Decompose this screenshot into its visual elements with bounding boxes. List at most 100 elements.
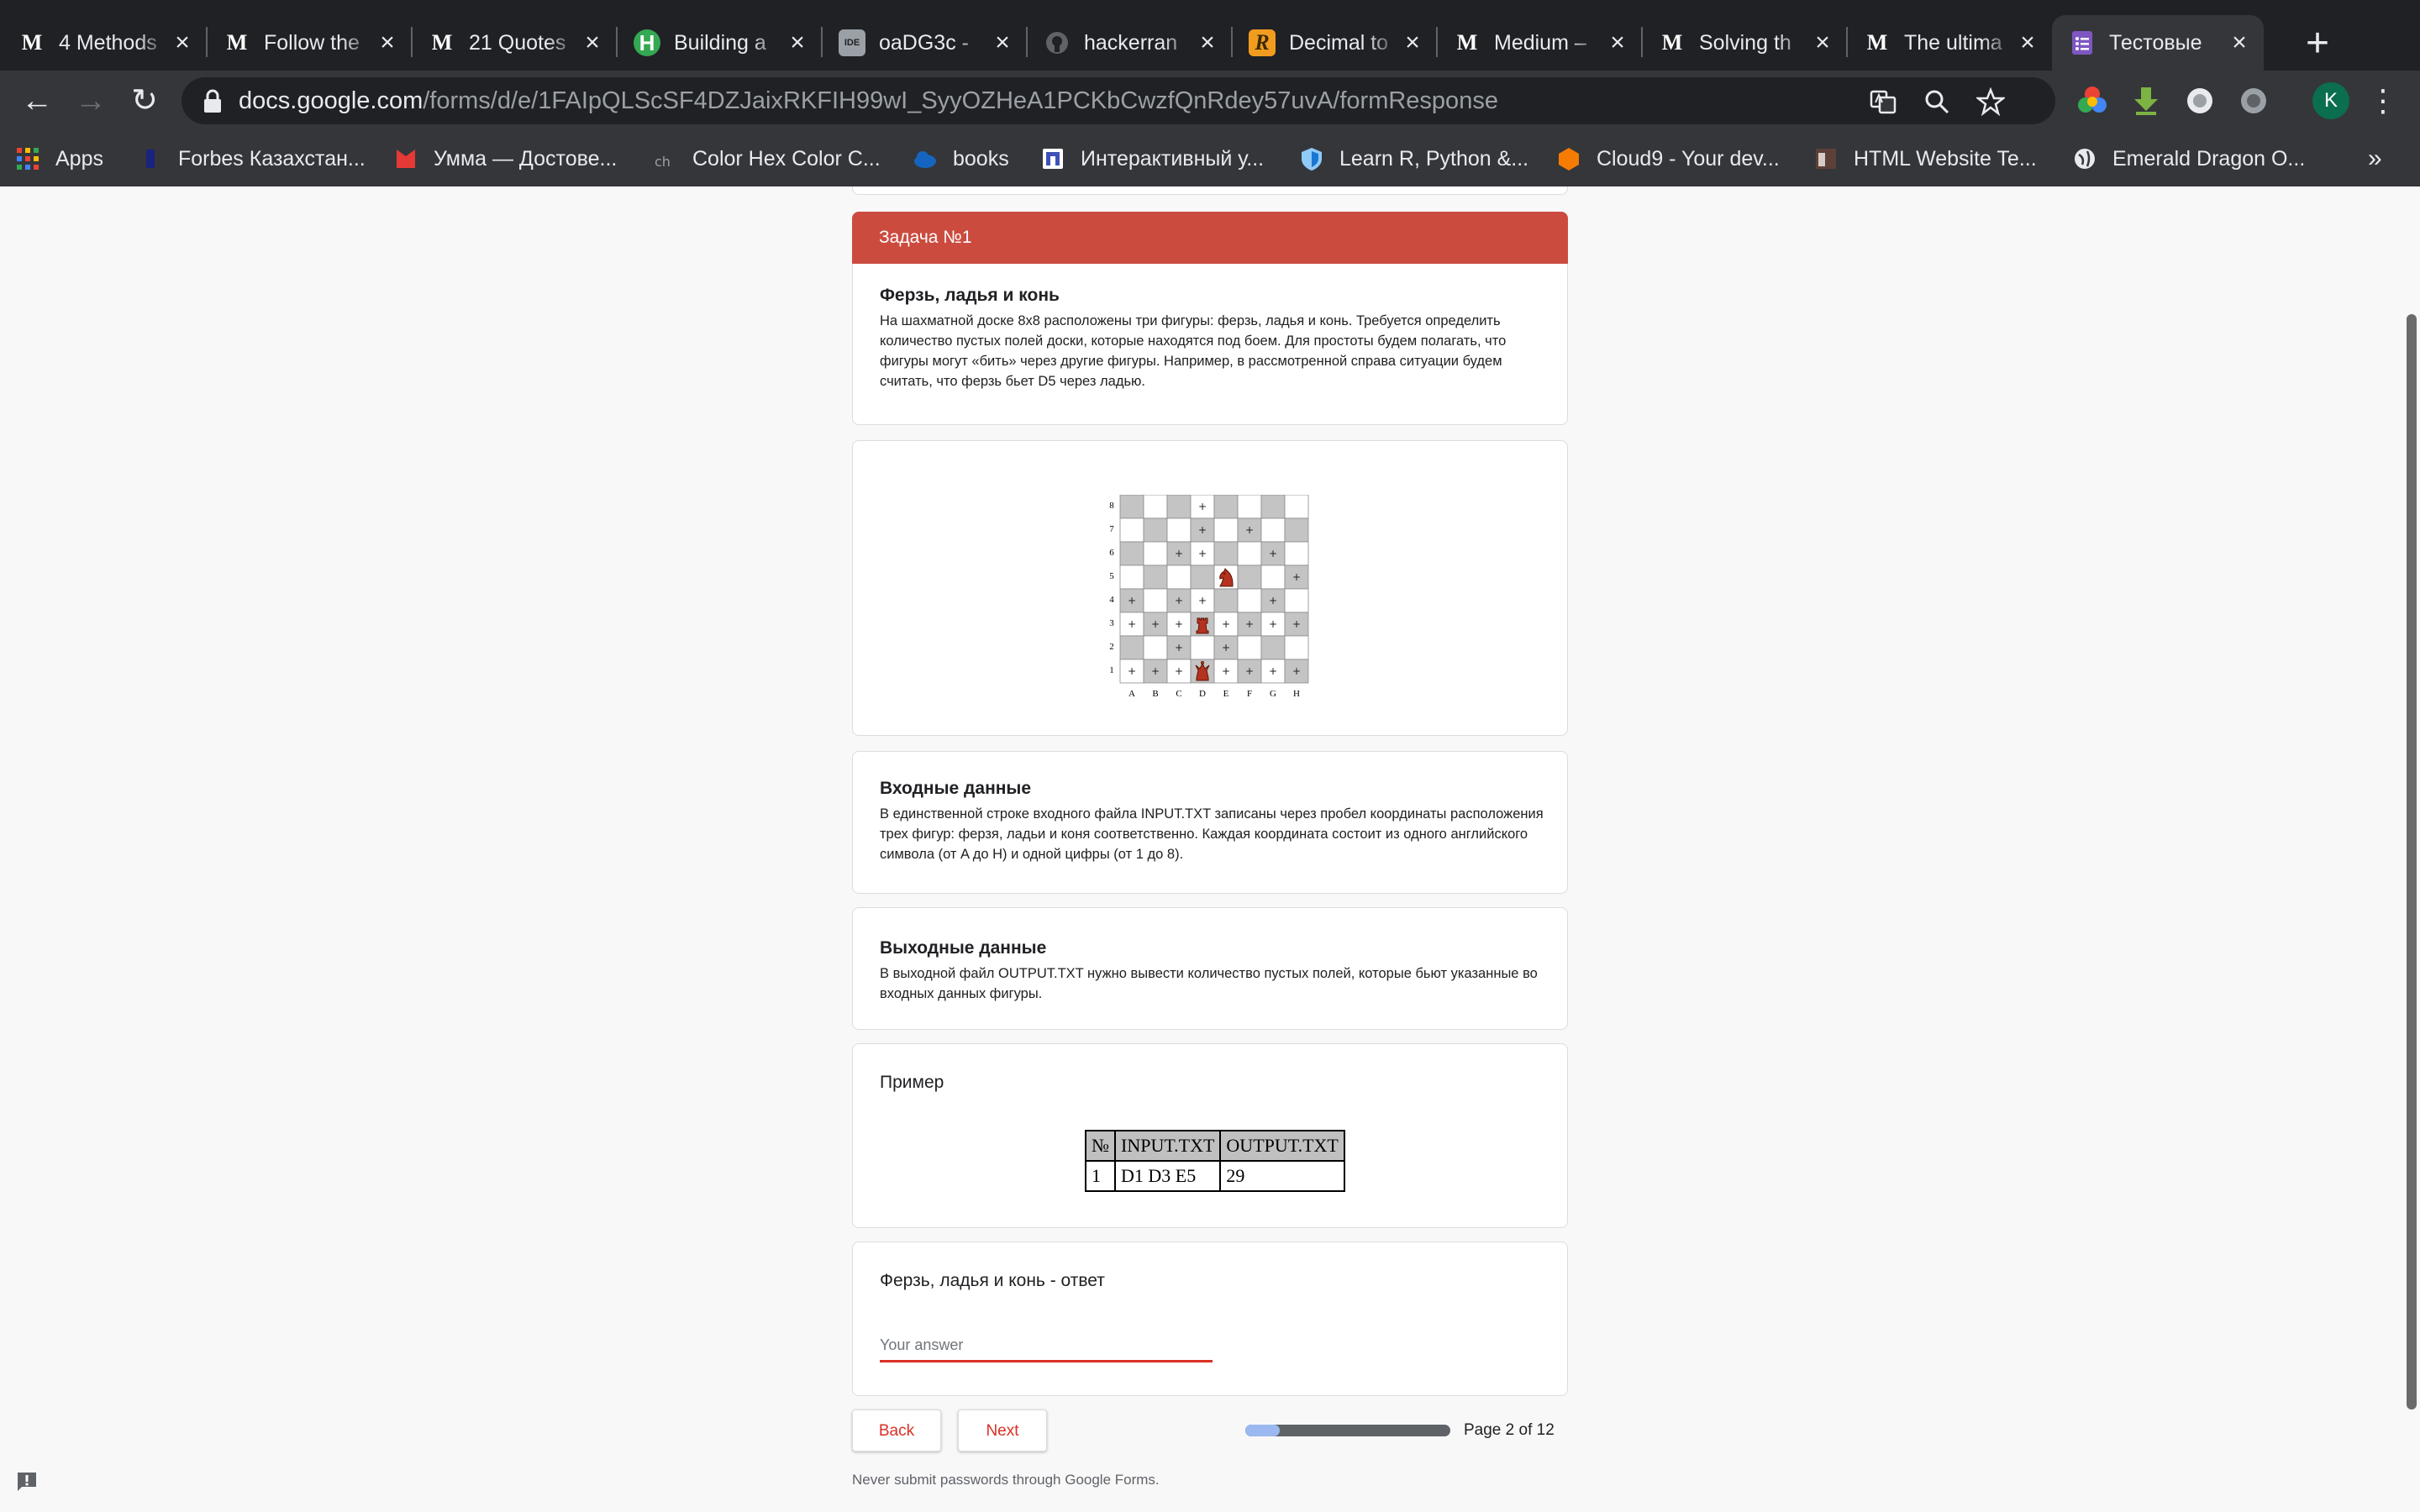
record-extension-icon[interactable] xyxy=(2183,84,2217,118)
forward-arrow-icon[interactable]: → xyxy=(69,79,113,123)
bookmark-item[interactable]: Умма — Достове... xyxy=(393,139,617,178)
colorhex-icon: ch xyxy=(655,154,671,170)
browser-tab[interactable]: IDE oaDG3c - × xyxy=(822,15,1027,71)
chessboard-image: 8 +7 + +6 + + +5 +4 + + + +3 + + + + + + +2 + +1 + + + + + + + A B C D E… xyxy=(1109,495,1309,699)
progress-bar-fill xyxy=(1245,1425,1280,1436)
reload-icon[interactable]: ↻ xyxy=(123,79,166,123)
tab-strip: M 4 Methods × M Follow the × M 21 Quotes × H Build… xyxy=(0,0,2420,71)
browser-tab[interactable]: M 21 Quotes × xyxy=(412,15,617,71)
browser-tab[interactable]: R Decimal to × xyxy=(1232,15,1437,71)
bookmark-item[interactable]: Forbes Казахстан... xyxy=(138,139,366,178)
bookmark-label: HTML Website Te... xyxy=(1854,146,2037,171)
tab-close-icon[interactable]: × xyxy=(580,30,605,55)
apps-grid-icon xyxy=(17,148,39,170)
output-data-title: Выходные данные xyxy=(880,938,1047,958)
next-button[interactable]: Next xyxy=(958,1410,1047,1452)
bookmark-item[interactable]: books xyxy=(913,139,1009,178)
attacked-mark: + xyxy=(1198,595,1207,606)
tab-title: Decimal to xyxy=(1289,30,1389,55)
attacked-mark: + xyxy=(1269,595,1277,606)
circle-extension-icon[interactable] xyxy=(2237,84,2270,118)
tab-close-icon[interactable]: × xyxy=(785,30,810,55)
back-arrow-icon[interactable]: ← xyxy=(15,79,59,123)
file-label: F xyxy=(1247,689,1252,699)
download-extension-icon[interactable] xyxy=(2129,84,2163,118)
translate-icon[interactable] xyxy=(1869,87,1897,116)
bookmark-item[interactable]: Learn R, Python &... xyxy=(1299,139,1528,178)
profile-avatar[interactable]: K xyxy=(2312,82,2349,119)
tab-close-icon[interactable]: × xyxy=(2227,30,2252,55)
progress-bar xyxy=(1245,1425,1450,1436)
example-card: Пример № INPUT.TXT OUTPUT.TXT 1 D1 D3 E5 29 xyxy=(852,1043,1568,1228)
board-square xyxy=(1143,517,1168,543)
previous-card-edge xyxy=(852,186,1568,195)
bookmark-label: Интерактивный у... xyxy=(1081,146,1265,171)
browser-tab[interactable]: M 4 Methods × xyxy=(2,15,207,71)
tab-close-icon[interactable]: × xyxy=(170,30,195,55)
attacked-mark: + xyxy=(1128,665,1136,677)
board-square xyxy=(1213,588,1239,613)
back-button[interactable]: Back xyxy=(852,1410,941,1452)
section-description: На шахматной доске 8х8 расположены три ф… xyxy=(880,313,1507,389)
answer-input[interactable] xyxy=(880,1330,1213,1362)
bookmark-item[interactable]: Интерактивный у... xyxy=(1040,139,1264,178)
attacked-mark: + xyxy=(1292,618,1301,630)
tab-close-icon[interactable]: × xyxy=(1605,30,1630,55)
bookmark-item[interactable]: Cloud9 - Your dev... xyxy=(1556,139,1780,178)
form-page: Задача №1 Ферзь, ладья и конь На шахматн… xyxy=(0,186,2420,1512)
report-feedback-icon[interactable] xyxy=(15,1470,39,1494)
answer-card: Ферзь, ладья и конь - ответ xyxy=(852,1242,1568,1396)
cloud9-icon xyxy=(1559,148,1579,171)
address-bar[interactable]: docs.google.com/forms/d/e/1FAIpQLScSF4DZ… xyxy=(182,77,2055,124)
example-title: Пример xyxy=(880,1073,944,1092)
tab-close-icon[interactable]: × xyxy=(1400,30,1425,55)
tab-close-icon[interactable]: × xyxy=(1810,30,1835,55)
browser-tab[interactable]: hackerran × xyxy=(1027,15,1232,71)
bookmark-item[interactable]: Apps xyxy=(15,139,103,178)
tab-close-icon[interactable]: × xyxy=(990,30,1015,55)
bookmarks-overflow-icon[interactable]: » xyxy=(2368,139,2382,178)
zoom-icon[interactable] xyxy=(1923,87,1951,116)
color-picker-extension-icon[interactable] xyxy=(2075,84,2109,118)
tab-close-icon[interactable]: × xyxy=(2015,30,2040,55)
bookmark-label: Emerald Dragon O... xyxy=(2112,146,2306,171)
board-square xyxy=(1166,495,1192,519)
attacked-mark: + xyxy=(1245,524,1254,536)
bookmark-item[interactable]: HTML Website Te... xyxy=(1813,139,2037,178)
board-square xyxy=(1166,564,1192,590)
scrollbar[interactable] xyxy=(2407,314,2417,1410)
rank-label: 2 xyxy=(1109,642,1114,652)
browser-tab[interactable]: M Follow the × xyxy=(207,15,412,71)
bookmark-star-icon[interactable] xyxy=(1976,87,2005,116)
browser-tab[interactable]: H Building a × xyxy=(617,15,822,71)
bookmark-item[interactable]: Emerald Dragon O... xyxy=(2072,139,2305,178)
forbes-icon xyxy=(146,150,155,168)
tab-title: Solving th xyxy=(1699,30,1791,55)
board-square xyxy=(1166,517,1192,543)
rank-label: 6 xyxy=(1109,548,1114,558)
bookmark-label: books xyxy=(953,146,1009,171)
bookmarks-bar: Apps Forbes Казахстан... Умма — Достове...… xyxy=(0,131,2420,187)
new-tab-button[interactable]: + xyxy=(2294,20,2341,67)
tab-close-icon[interactable]: × xyxy=(1195,30,1220,55)
attacked-mark: + xyxy=(1222,642,1230,654)
table-header-cell: № xyxy=(1085,1130,1116,1162)
answer-question: Ферзь, ладья и конь - ответ xyxy=(880,1271,1105,1290)
bookmark-label: Forbes Казахстан... xyxy=(178,146,366,171)
file-label: E xyxy=(1223,689,1229,699)
board-square xyxy=(1119,564,1144,590)
attacked-mark: + xyxy=(1151,665,1160,677)
browser-tab[interactable]: M The ultima × xyxy=(1847,15,2052,71)
browser-tab[interactable]: M Medium – × xyxy=(1437,15,1642,71)
tab-title: Тестовые xyxy=(2109,30,2202,55)
browser-tab[interactable]: M Solving th × xyxy=(1642,15,1847,71)
attacked-mark: + xyxy=(1269,665,1277,677)
bookmark-item[interactable]: ch Color Hex Color C... xyxy=(652,139,881,178)
google-forms-icon xyxy=(2069,29,2096,56)
menu-kebab-icon[interactable]: ⋮ xyxy=(2368,82,2398,119)
tab-close-icon[interactable]: × xyxy=(375,30,400,55)
browser-tab[interactable]: Тестовые × xyxy=(2052,15,2264,71)
attacked-mark: + xyxy=(1175,642,1183,654)
board-square xyxy=(1143,635,1168,660)
board-square xyxy=(1284,541,1309,566)
